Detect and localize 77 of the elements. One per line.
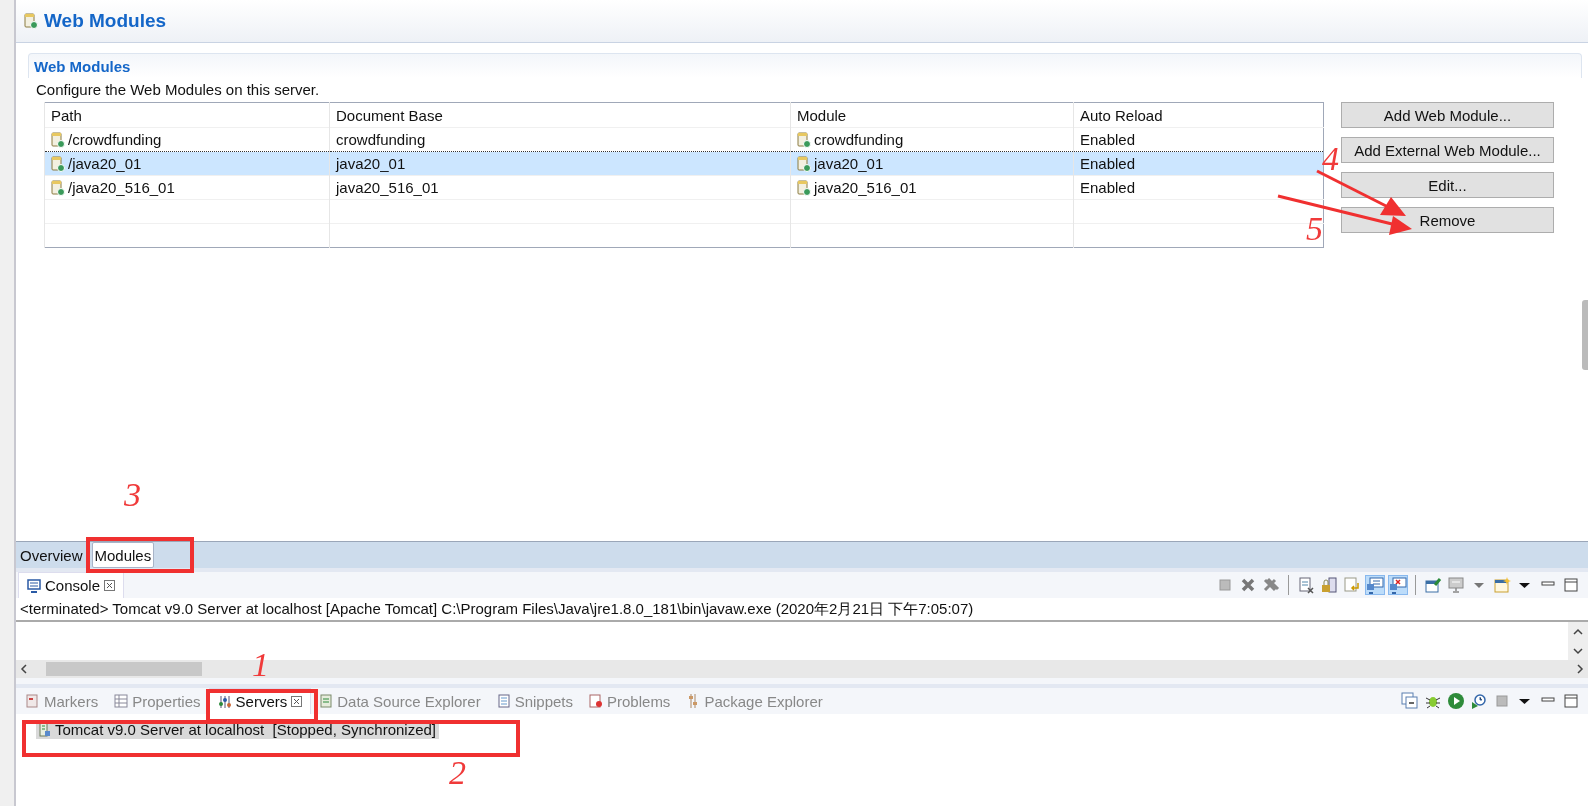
handwritten-number: 3 [124, 478, 141, 512]
page-title: Web Modules [44, 10, 167, 32]
remove-all-icon[interactable] [1262, 576, 1280, 594]
handwritten-number: 2 [449, 756, 466, 790]
scroll-up-icon[interactable] [1573, 627, 1583, 636]
section-title: Web Modules [28, 53, 1582, 78]
vertical-scrollbar[interactable] [1568, 622, 1588, 660]
scroll-left-icon[interactable] [20, 664, 28, 674]
web-module-icon [51, 179, 65, 196]
maximize-icon[interactable] [1562, 692, 1580, 710]
console-output: <terminated> Tomcat v9.0 Server at localhost [Apache Tomcat] C:\Program Files\Java\jre1.8.0_181\bin\javaw.exe (2020年2月21日 下午7:05:07) [16, 598, 1588, 622]
monitor-icon[interactable] [1366, 576, 1384, 594]
close-icon[interactable] [104, 580, 116, 591]
pin-icon[interactable] [1424, 576, 1442, 594]
stopwatch-icon[interactable] [1470, 692, 1488, 710]
handwritten-number: 5 [1306, 212, 1323, 246]
database-icon [319, 693, 334, 709]
server-icon [39, 722, 51, 737]
tab-label: Data Source Explorer [337, 692, 481, 710]
table-cell: Enabled [1080, 179, 1136, 196]
scroll-right-icon[interactable] [1576, 664, 1584, 674]
action-button[interactable]: Add External Web Module... [1341, 137, 1554, 163]
snippets-icon [496, 693, 511, 709]
remove-icon[interactable] [1239, 576, 1257, 594]
handwritten-number: 4 [1322, 142, 1339, 176]
tab-label: Properties [132, 692, 201, 710]
collapse-all-icon[interactable] [1401, 692, 1419, 710]
action-button[interactable]: Add Web Module... [1341, 102, 1554, 128]
tab-label: Problems [607, 692, 671, 710]
action-button[interactable]: Remove [1341, 207, 1554, 233]
close-icon[interactable] [291, 696, 303, 707]
lock-icon[interactable] [1320, 576, 1338, 594]
properties-icon [114, 693, 129, 709]
handwritten-number: 1 [252, 648, 269, 682]
table-cell: crowdfunding [814, 131, 904, 148]
table-cell: /java20_01 [68, 155, 142, 172]
problems-icon [589, 693, 603, 709]
markers-icon [26, 693, 40, 709]
column-header[interactable]: Path [44, 102, 330, 128]
column-header[interactable]: Auto Reload [1073, 102, 1324, 128]
web-module-icon [797, 155, 811, 172]
tab-label: Console [45, 577, 101, 594]
editor-tab[interactable]: Overview [17, 542, 86, 568]
clear-console-icon[interactable] [1297, 576, 1315, 594]
console-icon [27, 578, 41, 593]
editor-tab[interactable]: Modules [91, 542, 155, 568]
play-icon[interactable] [1447, 692, 1465, 710]
table-cell: java20_01 [814, 155, 884, 172]
action-button[interactable]: Edit... [1341, 172, 1554, 198]
tab-label: Snippets [514, 692, 573, 710]
tab-label: Servers [235, 693, 288, 710]
column-header[interactable]: Module [790, 102, 1074, 128]
table-cell: /java20_516_01 [68, 179, 175, 196]
tab-label: Markers [44, 692, 99, 710]
table-cell: java20_516_01 [336, 179, 439, 196]
table-cell: java20_01 [336, 155, 406, 172]
web-module-icon [797, 131, 811, 148]
tab-label: Package Explorer [704, 692, 823, 710]
table-cell: Enabled [1080, 131, 1136, 148]
servers-icon [217, 693, 232, 710]
monitor-icon[interactable] [1389, 576, 1407, 594]
scroll-down-icon[interactable] [1573, 646, 1583, 655]
web-module-icon [797, 179, 811, 196]
new-console-icon[interactable] [1493, 576, 1511, 594]
maximize-icon[interactable] [1562, 576, 1580, 594]
section-description: Configure the Web Modules on this server. [35, 80, 321, 100]
table-cell: Enabled [1080, 155, 1136, 172]
console-tab[interactable]: Console [18, 571, 125, 599]
table-row[interactable]: /java20_516_01 java20_516_01 java20_516_01 Enabled [44, 175, 1324, 200]
column-header[interactable]: Document Base [329, 102, 791, 128]
web-module-icon [51, 155, 65, 172]
table-cell: java20_516_01 [814, 179, 917, 196]
web-module-icon [24, 13, 38, 29]
scroll-grip[interactable] [1582, 300, 1588, 370]
web-module-icon [51, 131, 65, 148]
table-cell: crowdfunding [336, 131, 426, 148]
table-cell: /crowdfunding [68, 131, 162, 148]
